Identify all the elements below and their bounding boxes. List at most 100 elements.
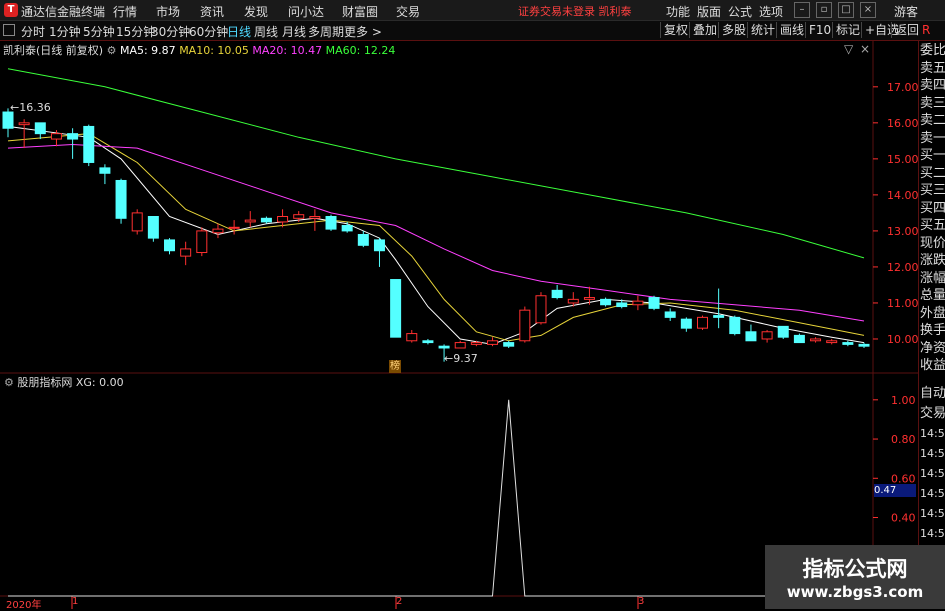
candle-45 — [729, 315, 741, 336]
price-tick-label-3: 14.00 — [887, 189, 918, 202]
sub-row-0[interactable]: 自动 — [920, 384, 945, 403]
period-60min[interactable]: 60分钟 — [189, 23, 228, 40]
indicator-settings-icon[interactable]: ⚙ — [4, 376, 14, 389]
menu-ask-xiaoda[interactable]: 问小达 — [288, 3, 324, 20]
candle-14 — [228, 220, 240, 235]
candle-body — [810, 338, 822, 342]
restore-icon[interactable]: ▫ — [816, 2, 832, 18]
candle-39 — [632, 295, 644, 311]
candle-body — [696, 316, 708, 329]
candle-22 — [357, 230, 369, 248]
maximize-icon[interactable]: □ — [838, 2, 854, 18]
candle-40 — [648, 295, 660, 311]
minimize-icon[interactable]: – — [794, 2, 810, 18]
menu-formula[interactable]: 公式 — [728, 3, 752, 20]
overlay-button[interactable]: 叠加 — [689, 22, 720, 38]
menu-news[interactable]: 资讯 — [200, 3, 224, 20]
period-multi[interactable]: 多周期 — [308, 23, 344, 40]
candle-body — [2, 111, 14, 129]
menu-market[interactable]: 市场 — [156, 3, 180, 20]
candle-33 — [535, 292, 547, 325]
ind-tick-label-3: 0.40 — [891, 512, 916, 525]
statistics-button[interactable]: 统计 — [747, 22, 778, 38]
trade-login-status[interactable]: 证券交易未登录 凯利泰 — [518, 3, 632, 19]
menu-discover[interactable]: 发现 — [244, 3, 268, 20]
quote-row-7: 买二 — [920, 165, 945, 181]
chart-close-icon[interactable]: × — [860, 42, 870, 56]
date-axis: 2020年 1 2 3 — [0, 596, 870, 611]
period-30min[interactable]: 30分钟 — [151, 23, 190, 40]
period-more[interactable]: 更多 > — [344, 23, 382, 40]
candle-body — [761, 331, 773, 340]
date-month-2: 2 — [396, 596, 403, 607]
quote-row-14: 总量 — [920, 288, 945, 303]
candle-body — [131, 212, 143, 232]
adjust-button[interactable]: 复权 — [660, 22, 691, 38]
candle-body — [260, 217, 272, 223]
quote-row-15: 外盘 — [920, 305, 945, 321]
draw-line-button[interactable]: 画线 — [776, 22, 807, 38]
candle-body — [745, 331, 757, 342]
menu-market-quotes[interactable]: 行情 — [113, 3, 137, 20]
candle-body — [277, 216, 289, 223]
candle-body — [616, 302, 628, 308]
event-marker[interactable]: 榜 — [389, 360, 401, 373]
candle-body — [357, 234, 369, 246]
candle-19 — [309, 209, 321, 231]
guest-user[interactable]: 游客 — [894, 3, 918, 20]
candle-body — [164, 239, 176, 252]
indicator-axis: 1.000.800.600.400.20 — [873, 394, 916, 564]
right-panel-toggle-icon[interactable]: R — [922, 23, 930, 37]
menu-options[interactable]: 选项 — [759, 3, 783, 20]
ma-line-ma20 — [7, 143, 865, 322]
indicator-current-value: 0.47 — [874, 484, 916, 497]
candle-body — [729, 316, 741, 335]
candle-47 — [761, 329, 773, 343]
candle-9 — [147, 216, 159, 242]
period-1min[interactable]: 1分钟 — [49, 23, 81, 40]
period-5min[interactable]: 5分钟 — [83, 23, 115, 40]
chart-menu-icon[interactable]: ▽ — [844, 42, 853, 56]
candle-20 — [325, 214, 337, 231]
candle-53 — [858, 342, 870, 348]
candle-body — [212, 228, 224, 234]
candle-body — [454, 342, 466, 349]
multi-stock-button[interactable]: 多股 — [718, 22, 749, 38]
menu-functions[interactable]: 功能 — [666, 3, 690, 20]
sub-row-2: 14:56 — [920, 427, 945, 440]
sub-row-4: 14:56 — [920, 467, 945, 480]
period-weekly[interactable]: 周线 — [254, 23, 278, 40]
indicator-line — [8, 399, 864, 597]
candle-16 — [260, 216, 272, 224]
back-button[interactable]: 返回 — [891, 22, 922, 38]
candle-body — [648, 297, 660, 309]
mark-button[interactable]: 标记 — [832, 22, 863, 38]
period-15min[interactable]: 15分钟 — [116, 23, 155, 40]
candle-8 — [131, 209, 143, 235]
kline-chart[interactable]: 17.0016.0015.0014.0013.0012.0011.0010.00… — [0, 40, 918, 609]
f10-button[interactable]: F10 — [805, 22, 834, 38]
period-monthly[interactable]: 月线 — [282, 23, 306, 40]
sub-row-6: 14:56 — [920, 507, 945, 520]
period-timeshare[interactable]: 分时 — [21, 23, 45, 40]
menu-wealth-circle[interactable]: 财富圈 — [342, 3, 378, 20]
menu-layout[interactable]: 版面 — [697, 3, 721, 20]
ma10-label: MA10: 10.05 — [179, 44, 249, 57]
candle-body — [503, 342, 515, 347]
close-icon[interactable]: × — [860, 2, 876, 18]
candle-52 — [842, 340, 854, 347]
candle-43 — [696, 315, 708, 330]
menu-trade[interactable]: 交易 — [396, 3, 420, 20]
candle-body — [713, 315, 725, 318]
candle-13 — [212, 223, 224, 239]
expand-icon[interactable] — [3, 24, 15, 36]
watermark: 指标公式网 www.zbgs3.com — [765, 545, 945, 609]
period-daily[interactable]: 日线 — [227, 23, 251, 40]
indicator-title-text[interactable]: 股朋指标网 XG: 0.00 — [17, 376, 123, 389]
settings-icon[interactable]: ⚙ — [107, 44, 117, 57]
indicator-xg-line — [8, 399, 864, 597]
quote-row-4: 卖二 — [920, 113, 945, 128]
stock-name[interactable]: 凯利泰(日线 前复权) — [3, 44, 103, 57]
app-logo-icon: T — [4, 3, 18, 17]
candle-body — [842, 342, 854, 345]
